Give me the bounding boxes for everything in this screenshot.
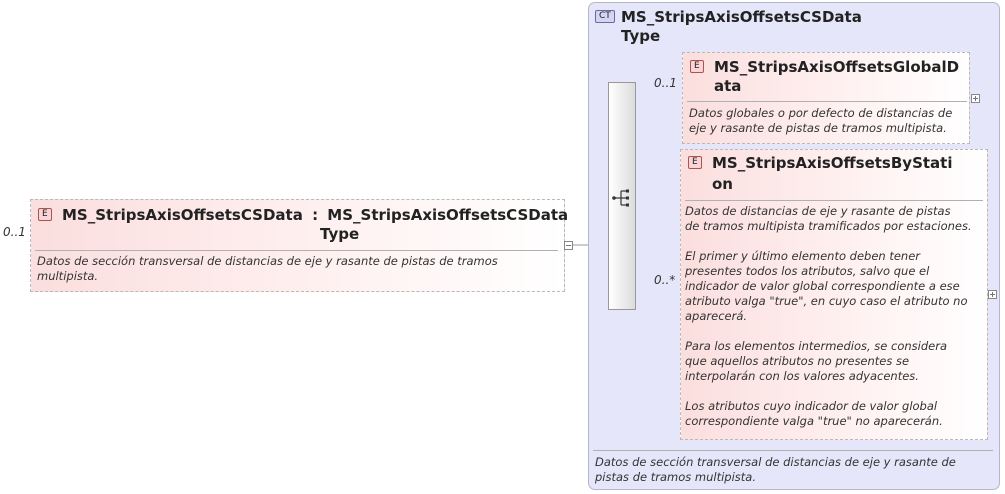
child1-name-line1: MS_StripsAxisOffsetsGlobalD bbox=[714, 58, 960, 76]
root-element-doc-line2: multipista. bbox=[37, 269, 99, 283]
child2-name-line2: on bbox=[712, 175, 733, 193]
child1-doc: Datos globales o por defecto de distanci… bbox=[689, 106, 953, 135]
child2-multiplicity: 0..* bbox=[654, 273, 676, 287]
root-element-name: MS_StripsAxisOffsetsCSData bbox=[62, 206, 303, 224]
root-multiplicity: 0..1 bbox=[3, 225, 26, 239]
child-element-global-data[interactable]: E MS_StripsAxisOffsetsGlobalD ata Datos … bbox=[682, 52, 970, 144]
complex-type-badge: CT bbox=[595, 10, 615, 23]
child1-name-line2: ata bbox=[714, 77, 742, 95]
complex-type-divider bbox=[593, 450, 993, 451]
child2-doc: Datos de distancias de eje y rasante de … bbox=[685, 204, 972, 428]
complex-type-name-line1: MS_StripsAxisOffsetsCSData bbox=[621, 8, 862, 26]
child1-divider bbox=[687, 101, 967, 102]
element-badge: E bbox=[38, 208, 52, 221]
collapse-minus-icon[interactable] bbox=[564, 241, 573, 250]
root-element-type: MS_StripsAxisOffsetsCSData bbox=[327, 206, 569, 224]
root-element-name-line: MS_StripsAxisOffsetsCSData : MS_StripsAx… bbox=[62, 206, 568, 225]
child2-name-line1: MS_StripsAxisOffsetsByStati bbox=[712, 154, 953, 172]
root-element-doc-line1: Datos de sección transversal de distanci… bbox=[37, 254, 498, 268]
root-element-divider bbox=[35, 250, 558, 251]
expand-plus-icon[interactable] bbox=[988, 290, 997, 299]
type-separator: : bbox=[312, 206, 319, 224]
complex-type-name-line2: Type bbox=[621, 27, 661, 45]
sequence-compositor-icon bbox=[612, 189, 629, 207]
child2-divider bbox=[685, 200, 983, 201]
expand-plus-icon[interactable] bbox=[971, 94, 980, 103]
element-badge: E bbox=[688, 156, 702, 169]
complex-type-doc-line2: pistas de tramos multipista. bbox=[595, 470, 756, 484]
child-element-by-station[interactable]: E MS_StripsAxisOffsetsByStati on Datos d… bbox=[680, 149, 988, 440]
sequence-compositor[interactable] bbox=[608, 82, 636, 310]
element-badge: E bbox=[690, 60, 704, 73]
root-element-type-line2: Type bbox=[320, 225, 360, 243]
complex-type-doc-line1: Datos de sección transversal de distanci… bbox=[595, 455, 956, 469]
child1-multiplicity: 0..1 bbox=[654, 76, 677, 90]
root-element-box[interactable]: E MS_StripsAxisOffsetsCSData : MS_Strips… bbox=[30, 199, 568, 292]
